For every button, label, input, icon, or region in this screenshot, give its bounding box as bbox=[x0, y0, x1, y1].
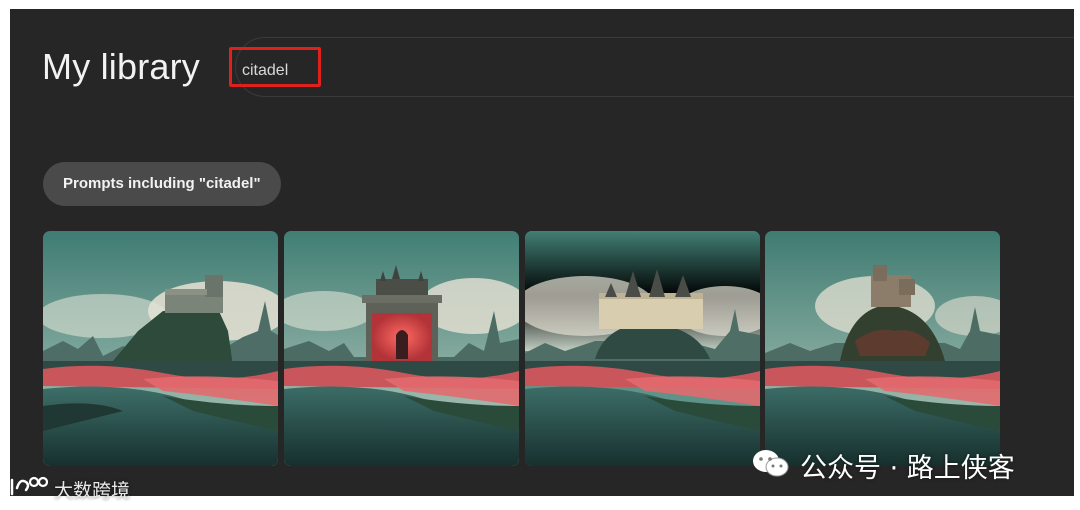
image-thumbnail[interactable] bbox=[284, 231, 519, 466]
library-app: My library Prompts including "citadel" bbox=[10, 9, 1074, 496]
watermark-right: 公众号 · 路上侠客 bbox=[752, 448, 1015, 490]
image-thumbnail[interactable] bbox=[525, 231, 760, 466]
castle-image bbox=[284, 231, 519, 466]
castle-image bbox=[765, 231, 1000, 466]
page-title: My library bbox=[42, 46, 201, 87]
prompt-filter-chip[interactable]: Prompts including "citadel" bbox=[43, 162, 281, 206]
image-thumbnail[interactable] bbox=[765, 231, 1000, 466]
wechat-icon bbox=[752, 448, 790, 490]
logo-icon bbox=[8, 474, 49, 507]
watermark-left: 大数跨境 bbox=[8, 474, 130, 507]
castle-image bbox=[43, 231, 278, 466]
watermark-right-text: 公众号 · 路上侠客 bbox=[800, 453, 1015, 484]
castle-image bbox=[525, 231, 760, 466]
search-input[interactable] bbox=[240, 60, 382, 82]
watermark-left-text: 大数跨境 bbox=[54, 479, 131, 502]
image-thumbnail[interactable] bbox=[43, 231, 278, 466]
